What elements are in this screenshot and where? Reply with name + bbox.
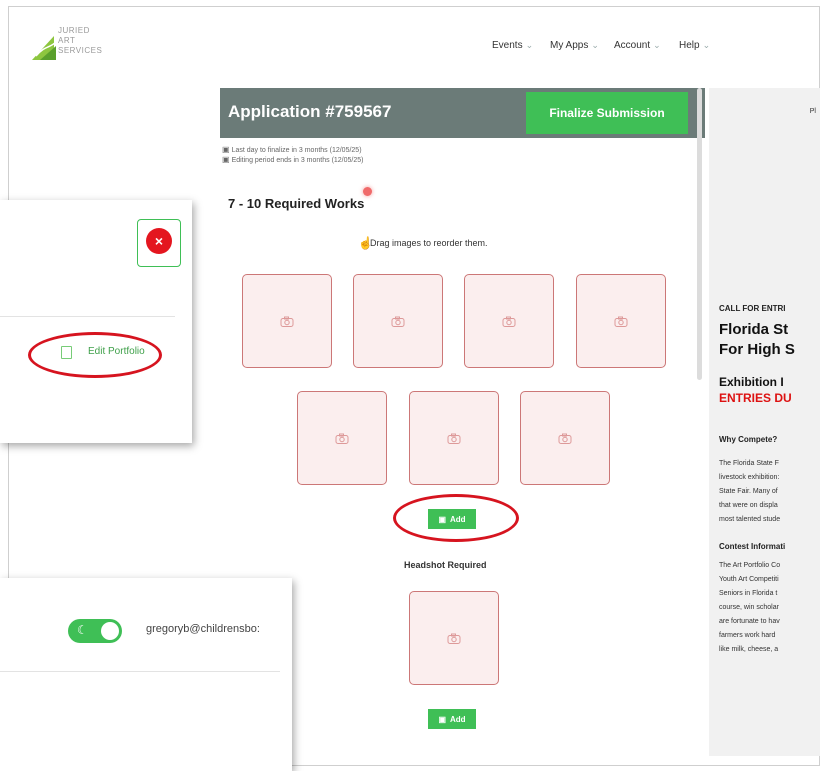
promo-contest-line: Youth Art Competiti [719,576,779,583]
promo-contest-line: The Art Portfolio Co [719,562,781,569]
promo-why-line: most talented stude [719,516,781,523]
account-card-overlay: ☾ gregoryb@childrensbo: [0,578,292,771]
deadline-finalize: ▣ Last day to finalize in 3 months (12/05… [222,145,362,154]
theme-toggle[interactable]: ☾ [68,619,122,643]
application-title: Application #759567 [228,102,392,121]
nav-help-label: Help [679,40,700,51]
camera-icon [614,316,628,327]
work-slot-6[interactable] [409,391,499,485]
nav-events-label: Events [492,40,523,51]
right-promo-panel: Pl CALL FOR ENTRI Florida St For High S … [709,88,820,756]
user-email: gregoryb@childrensbo: [146,623,260,635]
chevron-down-icon: ⌄ [653,40,661,50]
required-works-title: 7 - 10 Required Works [228,196,365,211]
camera-icon [502,316,516,327]
promo-why: Why Compete? [719,435,778,444]
camera-icon [391,316,405,327]
work-slot-1[interactable] [242,274,332,368]
nav-my-apps-label: My Apps [550,40,589,51]
logo-line-3: SERVICES [58,46,103,55]
work-slot-5[interactable] [297,391,387,485]
add-headshot-button[interactable]: ▣ Add [428,709,476,729]
chevron-down-icon: ⌄ [591,40,599,50]
work-slot-2[interactable] [353,274,443,368]
finalize-submission-button[interactable]: Finalize Submission [526,92,688,134]
nav-account-label: Account [614,40,651,51]
logo-text: JURIED ART SERVICES [58,26,102,56]
drag-hint: Drag images to reorder them. [370,238,488,248]
divider [0,316,175,317]
logo-line-2: ART [58,36,76,45]
promo-contest-line: like milk, cheese, a [719,646,779,653]
work-slot-4[interactable] [576,274,666,368]
deadline-editing-text: Editing period ends in 3 months (12/05/2… [231,157,364,164]
promo-why-line: livestock exhibition: [719,474,780,481]
promo-contest-line: farmers work hard [719,632,776,639]
divider [0,671,280,672]
work-slot-7[interactable] [520,391,610,485]
promo-contest: Contest Informati [719,542,786,551]
camera-icon [335,433,349,444]
promo-headline-2: For High S [719,341,795,358]
nav-events[interactable]: Events ⌄ [492,40,533,51]
promo-why-line: State Fair. Many of [719,488,778,495]
promo-why-line: The Florida State F [719,460,779,467]
scrollbar[interactable] [697,88,702,380]
promo-exhibition: Exhibition I [719,375,784,389]
promo-call: CALL FOR ENTRI [719,304,786,313]
headshot-title: Headshot Required [404,560,487,570]
nav-my-apps[interactable]: My Apps ⌄ [550,40,599,51]
calendar-icon: ▣ [222,155,230,164]
work-slot-3[interactable] [464,274,554,368]
promo-headline-1: Florida St [719,321,789,338]
nav-help[interactable]: Help ⌄ [679,40,710,51]
promo-top-text: Pl [809,108,816,115]
camera-icon [447,433,461,444]
toggle-knob [101,622,119,640]
promo-contest-line: course, win scholar [719,604,779,611]
camera-icon [558,433,572,444]
camera-icon [447,633,461,644]
chevron-down-icon: ⌄ [702,40,711,50]
headshot-slot[interactable] [409,591,499,685]
chevron-down-icon: ⌄ [525,40,534,50]
moon-icon: ☾ [77,623,88,637]
deadline-finalize-text: Last day to finalize in 3 months (12/05/… [231,147,362,154]
highlight-edit-portfolio [28,332,162,378]
promo-contest-line: Seniors in Florida t [719,590,778,597]
promo-contest-line: are fortunate to hav [719,618,780,625]
close-icon[interactable]: × [146,228,172,254]
promo-entries: ENTRIES DU [719,391,792,405]
add-headshot-label: Add [450,714,466,724]
image-add-icon: ▣ [438,714,446,724]
logo-line-1: JURIED [58,26,90,35]
notification-dot [363,187,372,196]
camera-icon [280,316,294,327]
highlight-add-button [393,494,519,542]
nav-account[interactable]: Account ⌄ [614,40,661,51]
portfolio-card-overlay: × Edit Portfolio [0,200,192,443]
promo-why-line: that were on displa [719,502,778,509]
calendar-icon: ▣ [222,145,230,154]
deadline-editing: ▣ Editing period ends in 3 months (12/05/… [222,155,363,164]
